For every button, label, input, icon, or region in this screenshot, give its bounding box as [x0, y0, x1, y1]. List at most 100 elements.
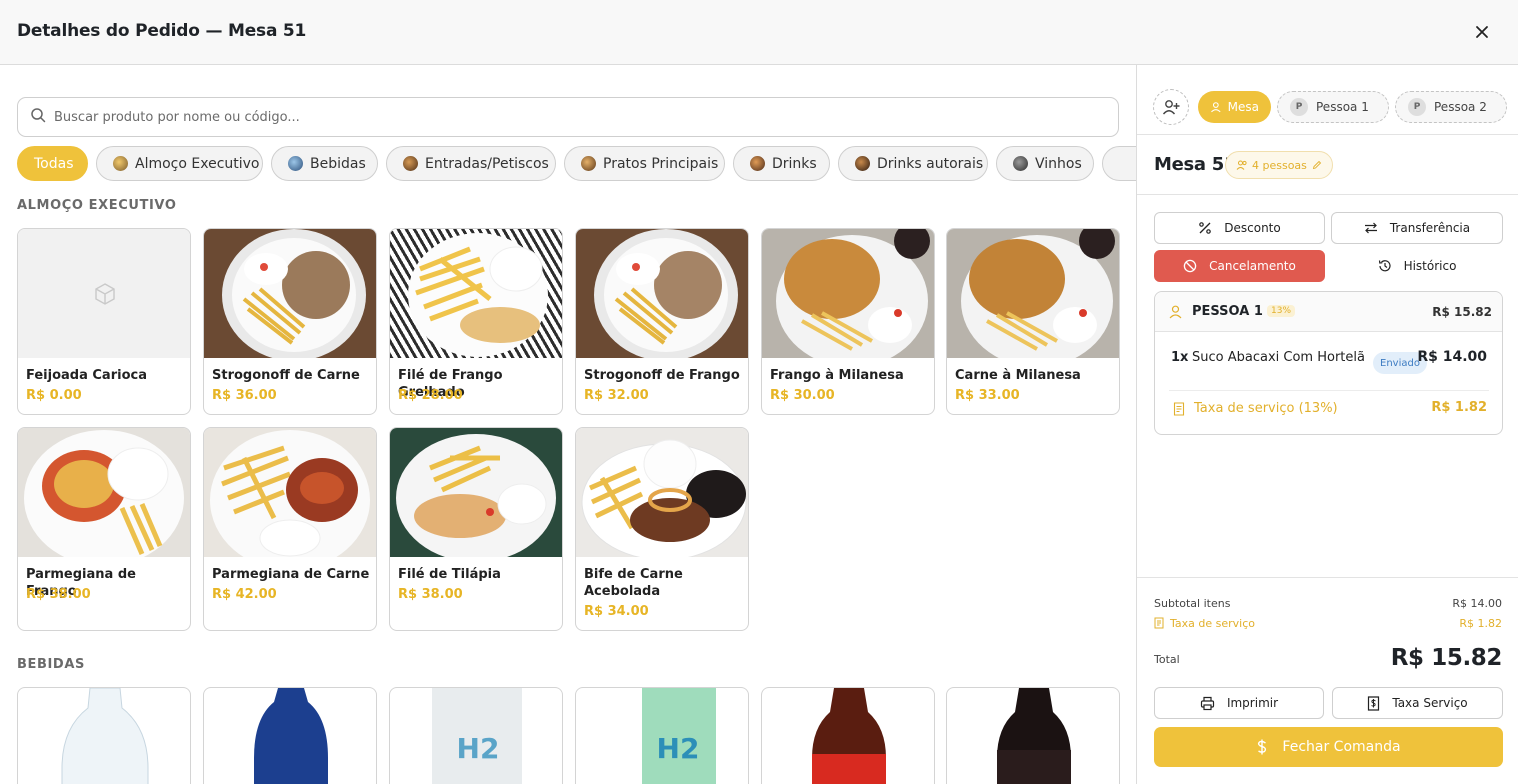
discount-label: Desconto — [1224, 221, 1281, 235]
receipt-icon — [1173, 402, 1185, 416]
printer-icon — [1200, 696, 1215, 710]
product-price: R$ 32.00 — [584, 388, 649, 403]
close-order-label: Fechar Comanda — [1282, 739, 1401, 755]
product-card[interactable] — [203, 687, 377, 784]
discount-button[interactable]: Desconto — [1154, 212, 1325, 244]
tab-label: Mesa — [1227, 100, 1259, 114]
product-card[interactable]: Filé de Tilápia R$ 38.00 — [389, 427, 563, 631]
category-chip-almoco-executivo[interactable]: Almoço Executivo — [96, 146, 263, 181]
person-order-card: PESSOA 1 13% R$ 15.82 1x Suco Abacaxi Co… — [1154, 291, 1503, 435]
person-name: PESSOA 1 — [1192, 304, 1263, 319]
transfer-button[interactable]: Transferência — [1331, 212, 1503, 244]
section-title-bebidas: BEBIDAS — [17, 657, 85, 672]
service-fee-button[interactable]: Taxa Serviço — [1332, 687, 1503, 719]
people-count: 4 pessoas — [1252, 158, 1307, 172]
product-price: R$ 38.00 — [398, 587, 463, 602]
search-input[interactable] — [54, 109, 1094, 125]
table-title: Mesa 51 — [1154, 154, 1237, 175]
category-chip-bebidas[interactable]: Bebidas — [271, 146, 378, 181]
search-icon — [30, 107, 46, 127]
print-label: Imprimir — [1226, 696, 1279, 710]
tab-pessoa-1[interactable]: P Pessoa 1 — [1277, 91, 1389, 123]
product-placeholder-image — [18, 229, 190, 358]
history-button[interactable]: Histórico — [1331, 250, 1503, 282]
category-chip-drinks-autorais[interactable]: Drinks autorais — [838, 146, 988, 181]
product-image — [576, 229, 748, 358]
product-card[interactable] — [946, 687, 1120, 784]
product-image — [204, 428, 376, 557]
product-name: Parmegiana de Carne — [212, 567, 370, 582]
print-button[interactable]: Imprimir — [1154, 687, 1324, 719]
item-name[interactable]: Suco Abacaxi Com Hortelã — [1192, 350, 1365, 365]
product-price: R$ 33.00 — [955, 388, 1020, 403]
category-chip-vinhos[interactable]: Vinhos — [996, 146, 1094, 181]
category-thumbnail-icon — [1013, 156, 1028, 171]
product-price: R$ 42.00 — [212, 587, 277, 602]
category-label: Todas — [34, 155, 74, 172]
category-label: Entradas/Petiscos — [425, 155, 549, 172]
product-image — [18, 428, 190, 557]
tab-pessoa-2[interactable]: P Pessoa 2 — [1395, 91, 1507, 123]
product-image — [390, 428, 562, 557]
divider — [1137, 194, 1518, 195]
category-chip-todas[interactable]: Todas — [17, 146, 88, 181]
category-label: Drinks — [772, 155, 817, 172]
person-tabs: Mesa P Pessoa 1 P Pessoa 2 — [1137, 65, 1518, 135]
cancel-button[interactable]: Cancelamento — [1154, 250, 1325, 282]
close-icon[interactable] — [1470, 20, 1494, 44]
people-count-badge[interactable]: 4 pessoas — [1225, 151, 1333, 179]
product-card[interactable]: Parmegiana de Frango R$ 38.00 — [17, 427, 191, 631]
category-label: Almoço Executivo — [135, 155, 260, 172]
user-icon — [1211, 102, 1221, 113]
person-header[interactable]: PESSOA 1 13% R$ 15.82 — [1155, 292, 1502, 332]
avatar: P — [1408, 98, 1426, 116]
service-fee-value: R$ 1.82 — [1431, 400, 1487, 415]
tab-mesa[interactable]: Mesa — [1198, 91, 1271, 123]
order-panel: Mesa P Pessoa 1 P Pessoa 2 Mesa 51 4 pes… — [1136, 65, 1518, 784]
service-fee-summary-value: R$ 1.82 — [1459, 617, 1502, 630]
category-chip-entradas[interactable]: Entradas/Petiscos — [386, 146, 556, 181]
product-card[interactable]: Strogonoff de Frango R$ 32.00 — [575, 228, 749, 415]
close-order-button[interactable]: Fechar Comanda — [1154, 727, 1503, 767]
product-card[interactable]: Parmegiana de Carne R$ 42.00 — [203, 427, 377, 631]
history-label: Histórico — [1403, 259, 1457, 273]
product-image — [576, 428, 748, 557]
dollar-icon — [1258, 739, 1267, 755]
item-quantity: 1x — [1171, 350, 1189, 365]
box-icon — [95, 283, 115, 305]
category-filter-bar: Todas Almoço Executivo Bebidas Entradas/… — [17, 146, 1136, 182]
modal-header: Detalhes do Pedido — Mesa 51 — [0, 0, 1518, 65]
category-label: Bebidas — [310, 155, 366, 172]
total-label: Total — [1154, 653, 1180, 666]
product-image — [390, 229, 562, 358]
divider — [1169, 390, 1489, 391]
category-chip-drinks[interactable]: Drinks — [733, 146, 830, 181]
subtotal-value: R$ 14.00 — [1452, 597, 1502, 610]
transfer-icon — [1364, 222, 1377, 234]
product-card[interactable]: Strogonoff de Carne R$ 36.00 — [203, 228, 377, 415]
svg-text:H2: H2 — [457, 732, 500, 765]
add-person-button[interactable] — [1153, 89, 1189, 125]
product-price: R$ 38.00 — [26, 587, 91, 602]
product-card[interactable]: Filé de Frango Grelhado R$ 28.00 — [389, 228, 563, 415]
category-chip-more[interactable] — [1102, 146, 1136, 181]
service-fee-summary-label: Taxa de serviço — [1170, 617, 1255, 630]
product-card[interactable]: Frango à Milanesa R$ 30.00 — [761, 228, 935, 415]
category-chip-pratos-principais[interactable]: Pratos Principais — [564, 146, 725, 181]
product-card[interactable]: H2 — [389, 687, 563, 784]
category-thumbnail-icon — [288, 156, 303, 171]
product-card[interactable]: H2 — [575, 687, 749, 784]
product-card[interactable] — [17, 687, 191, 784]
search-box[interactable] — [17, 97, 1119, 137]
category-thumbnail-icon — [113, 156, 128, 171]
product-image — [762, 229, 934, 358]
history-icon — [1378, 260, 1391, 272]
product-card[interactable] — [761, 687, 935, 784]
product-card[interactable]: Feijoada Carioca R$ 0.00 — [17, 228, 191, 415]
category-label: Vinhos — [1035, 155, 1082, 172]
product-card[interactable]: Carne à Milanesa R$ 33.00 — [946, 228, 1120, 415]
modal-title: Detalhes do Pedido — Mesa 51 — [17, 21, 307, 41]
receipt-dollar-icon — [1368, 695, 1380, 711]
product-card[interactable]: Bife de Carne Acebolada R$ 34.00 — [575, 427, 749, 631]
product-price: R$ 34.00 — [584, 604, 649, 619]
